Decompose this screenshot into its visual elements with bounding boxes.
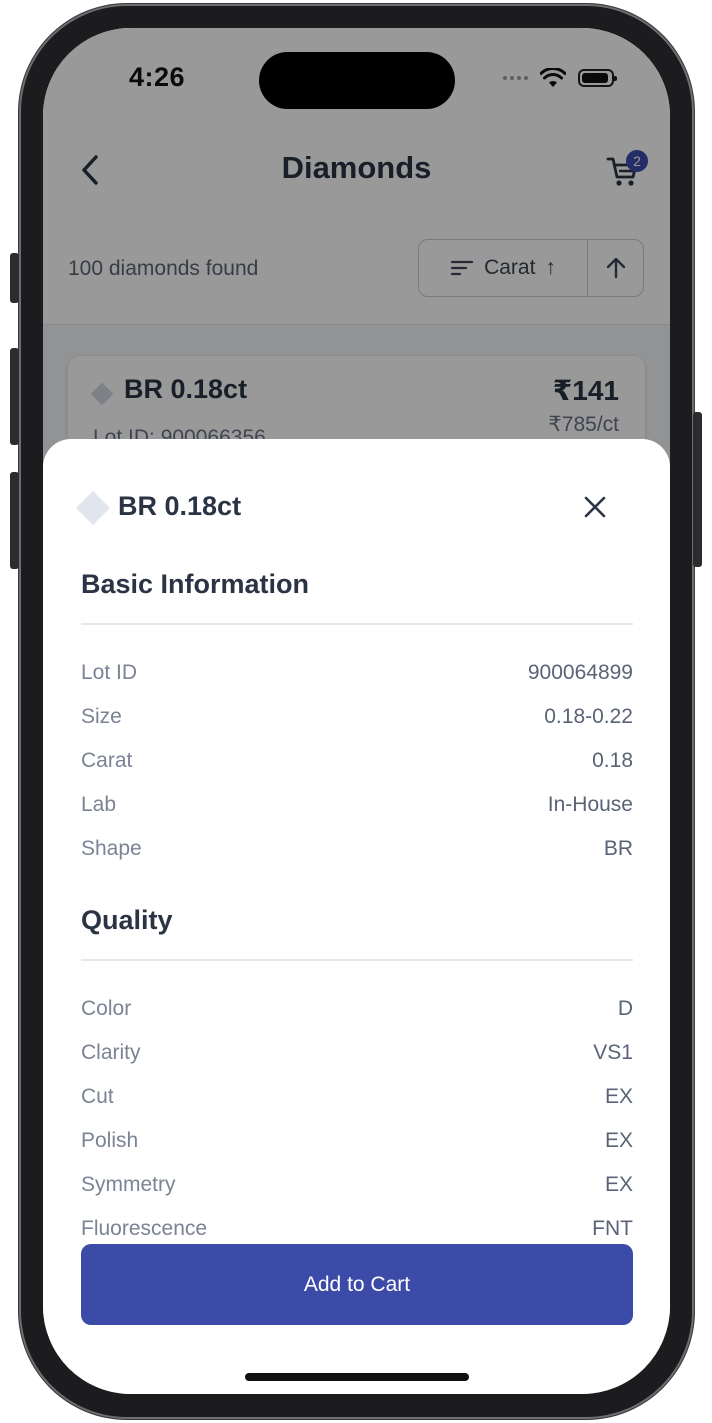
detail-value: 0.18 (592, 749, 633, 772)
detail-row-shape: Shape BR (81, 827, 633, 871)
divider (81, 623, 633, 625)
detail-row-polish: Polish EX (81, 1119, 633, 1163)
section-title-quality: Quality (81, 905, 173, 935)
detail-value: 900064899 (527, 661, 633, 684)
detail-row-fluorescence: Fluorescence FNT (81, 1207, 633, 1235)
detail-value: EX (604, 1085, 633, 1108)
detail-value: D (617, 997, 633, 1020)
add-to-cart-button[interactable]: Add to Cart (81, 1244, 633, 1325)
home-indicator[interactable] (245, 1373, 469, 1381)
detail-row-lab: Lab In-House (81, 783, 633, 827)
divider (81, 959, 633, 961)
volume-up-button (10, 348, 19, 445)
detail-label: Polish (81, 1129, 139, 1152)
detail-label: Lab (81, 793, 117, 816)
power-button (693, 412, 702, 567)
detail-scroll-area[interactable]: Basic Information Lot ID 900064899 Size … (43, 549, 670, 1235)
detail-label: Lot ID (81, 661, 138, 684)
detail-label: Size (81, 705, 122, 728)
detail-label: Fluorescence (81, 1217, 208, 1235)
detail-row-color: Color D (81, 987, 633, 1031)
detail-label: Cut (81, 1085, 114, 1108)
detail-row-carat: Carat 0.18 (81, 739, 633, 783)
detail-label: Clarity (81, 1041, 141, 1064)
detail-value: 0.18-0.22 (544, 705, 633, 728)
detail-label: Carat (81, 749, 133, 772)
detail-row-clarity: Clarity VS1 (81, 1031, 633, 1075)
detail-value: BR (603, 837, 633, 860)
detail-row-lot-id: Lot ID 900064899 (81, 651, 633, 695)
sheet-title: BR 0.18ct (118, 491, 242, 521)
detail-value: In-House (547, 793, 633, 816)
detail-label: Shape (81, 837, 142, 860)
detail-row-size: Size 0.18-0.22 (81, 695, 633, 739)
detail-value: EX (604, 1129, 633, 1152)
diamond-detail-sheet: BR 0.18ct Basic Information Lot ID 90006… (43, 439, 670, 1394)
detail-label: Color (81, 997, 132, 1020)
close-icon (584, 496, 606, 518)
volume-down-button (10, 472, 19, 569)
detail-value: VS1 (593, 1041, 633, 1064)
detail-value: EX (604, 1173, 633, 1196)
close-button[interactable] (578, 490, 612, 524)
detail-value: FNT (592, 1217, 633, 1235)
detail-row-symmetry: Symmetry EX (81, 1163, 633, 1207)
detail-label: Symmetry (81, 1173, 176, 1196)
action-button (10, 253, 19, 303)
diamond-icon (76, 491, 110, 525)
screen: 4:26 Diamonds 2 100 diamonds found Carat… (43, 28, 670, 1394)
detail-row-cut: Cut EX (81, 1075, 633, 1119)
section-title-basic: Basic Information (81, 569, 310, 599)
